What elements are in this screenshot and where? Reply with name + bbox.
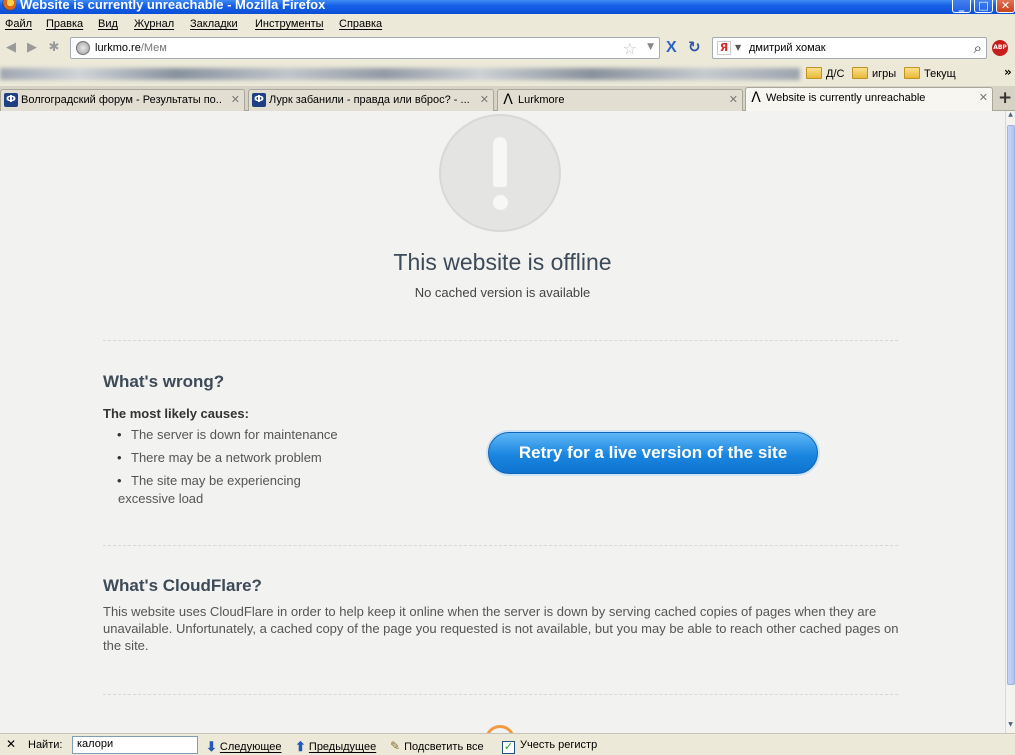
- cloudflare-heading: What's CloudFlare?: [103, 576, 262, 595]
- search-bar[interactable]: Я ▼ дмитрий хомак ⌕: [712, 37, 987, 59]
- find-bar: ✕ Найти: калори ⬇ Следующее ⬆ Предыдущее ✎…: [0, 733, 1015, 755]
- bookmark-folder-ds[interactable]: Д/С: [806, 67, 844, 80]
- highlighter-icon: ✎: [390, 739, 401, 753]
- page-content: This website is offline No cached versio…: [0, 111, 1005, 733]
- tab-close-icon[interactable]: ✕: [729, 93, 738, 106]
- url-dropdown-icon[interactable]: ▼: [647, 42, 654, 52]
- search-icon[interactable]: ⌕: [974, 39, 982, 57]
- scrollbar-thumb[interactable]: [1007, 125, 1015, 685]
- divider: [103, 340, 898, 341]
- reload-icon[interactable]: ↻: [688, 39, 701, 55]
- divider: [103, 545, 898, 546]
- globe-icon: [76, 41, 90, 55]
- find-label: Найти:: [28, 739, 63, 751]
- causes-heading: The most likely causes:: [103, 406, 249, 421]
- menu-view[interactable]: Вид: [98, 18, 118, 30]
- menu-bar: Файл Правка Вид Журнал Закладки Инструме…: [0, 14, 1015, 35]
- maximize-button[interactable]: □: [974, 0, 993, 13]
- window-title: Website is currently unreachable - Mozil…: [20, 0, 326, 12]
- navigation-toolbar: ◀ ▶ ✱ lurkmo.re/Мем ☆ ▼ X ↻ Я ▼ дмитрий …: [0, 35, 1015, 62]
- folder-icon: [806, 67, 822, 79]
- find-previous-button[interactable]: ⬆ Предыдущее: [295, 739, 376, 755]
- tab-lurk-banned[interactable]: Ф Лурк забанили - правда или вброс? - ..…: [248, 89, 494, 111]
- adblock-icon[interactable]: ABP: [992, 40, 1008, 56]
- find-input[interactable]: калори: [72, 736, 198, 754]
- firefox-icon: [2, 0, 16, 11]
- search-input[interactable]: дмитрий хомак: [749, 42, 826, 54]
- tab-label: Волгоградский форум - Результаты по...: [21, 94, 221, 106]
- scroll-up-icon[interactable]: ▲: [1006, 111, 1015, 123]
- bookmarks-overflow-icon[interactable]: »: [1004, 65, 1012, 79]
- tab-volgograd-forum[interactable]: Ф Волгоградский форум - Результаты по...…: [0, 89, 245, 111]
- tab-label: Website is currently unreachable: [766, 92, 926, 104]
- bookmark-folder-games[interactable]: игры: [852, 67, 896, 80]
- lurkmore-favicon: Λ: [503, 92, 513, 108]
- menu-edit[interactable]: Правка: [46, 18, 83, 30]
- bookmark-star-icon[interactable]: ☆: [623, 39, 637, 58]
- find-close-icon[interactable]: ✕: [6, 737, 16, 751]
- lurkmore-favicon: Λ: [751, 90, 761, 106]
- tab-close-icon[interactable]: ✕: [231, 93, 240, 106]
- url-text[interactable]: lurkmo.re/Мем: [95, 42, 167, 54]
- forward-arrow-icon[interactable]: ▶: [24, 40, 40, 56]
- tab-label: Лурк забанили - правда или вброс? - ...: [269, 94, 469, 106]
- bookmark-folder-current[interactable]: Текущ: [904, 67, 956, 80]
- back-arrow-icon[interactable]: ◀: [3, 40, 19, 56]
- blurred-bookmarks: [0, 68, 800, 80]
- divider: [103, 694, 898, 695]
- cause-item: The server is down for maintenance: [117, 426, 358, 444]
- window-titlebar: Website is currently unreachable - Mozil…: [0, 0, 1015, 14]
- tab-close-icon[interactable]: ✕: [480, 93, 489, 106]
- close-window-button[interactable]: ✕: [996, 0, 1015, 13]
- tab-website-unreachable[interactable]: Λ Website is currently unreachable ✕: [745, 87, 993, 111]
- forum-favicon: Ф: [4, 93, 18, 107]
- search-engine-dropdown-icon[interactable]: ▼: [735, 43, 741, 52]
- find-next-button[interactable]: ⬇ Следующее: [206, 739, 281, 755]
- highlight-all-button[interactable]: ✎ Подсветить все: [390, 739, 484, 753]
- page-subtitle: No cached version is available: [414, 285, 591, 300]
- minimize-button[interactable]: _: [952, 0, 971, 13]
- folder-icon: [904, 67, 920, 79]
- scroll-down-icon[interactable]: ▼: [1006, 721, 1015, 733]
- cloudflare-description: This website uses CloudFlare in order to…: [103, 604, 899, 653]
- stop-icon[interactable]: X: [666, 40, 677, 56]
- alert-exclamation-icon: [439, 114, 561, 232]
- arrow-down-icon: ⬇: [206, 739, 217, 754]
- arrow-up-icon: ⬆: [295, 739, 306, 754]
- cause-item: The site may be experiencing excessive l…: [117, 472, 358, 508]
- tab-label: Lurkmore: [518, 94, 565, 106]
- url-bar[interactable]: lurkmo.re/Мем ☆ ▼: [70, 37, 660, 59]
- menu-bookmarks[interactable]: Закладки: [190, 18, 238, 30]
- home-icon[interactable]: ✱: [46, 40, 62, 56]
- whats-wrong-heading: What's wrong?: [103, 372, 225, 391]
- page-title: This website is offline: [393, 249, 612, 275]
- bookmarks-toolbar: Д/С игры Текущ »: [0, 62, 1015, 86]
- tab-bar: Ф Волгоградский форум - Результаты по...…: [0, 86, 1015, 111]
- menu-help[interactable]: Справка: [339, 18, 382, 30]
- retry-button[interactable]: Retry for a live version of the site: [488, 432, 818, 474]
- folder-icon: [852, 67, 868, 79]
- checkbox-checked-icon[interactable]: ✓: [502, 741, 515, 754]
- vertical-scrollbar[interactable]: ▲ ▼: [1005, 111, 1015, 733]
- menu-history[interactable]: Журнал: [134, 18, 174, 30]
- forum-favicon: Ф: [252, 93, 266, 107]
- new-tab-icon[interactable]: +: [998, 88, 1012, 108]
- match-case-checkbox[interactable]: ✓ Учесть регистр: [502, 739, 597, 754]
- cause-item: There may be a network problem: [117, 449, 358, 467]
- cloudflare-logo-icon: [485, 725, 515, 733]
- tab-lurkmore[interactable]: Λ Lurkmore ✕: [497, 89, 743, 111]
- yandex-icon[interactable]: Я: [717, 41, 731, 55]
- menu-tools[interactable]: Инструменты: [255, 18, 324, 30]
- menu-file[interactable]: Файл: [5, 18, 32, 30]
- tab-close-icon[interactable]: ✕: [979, 91, 988, 104]
